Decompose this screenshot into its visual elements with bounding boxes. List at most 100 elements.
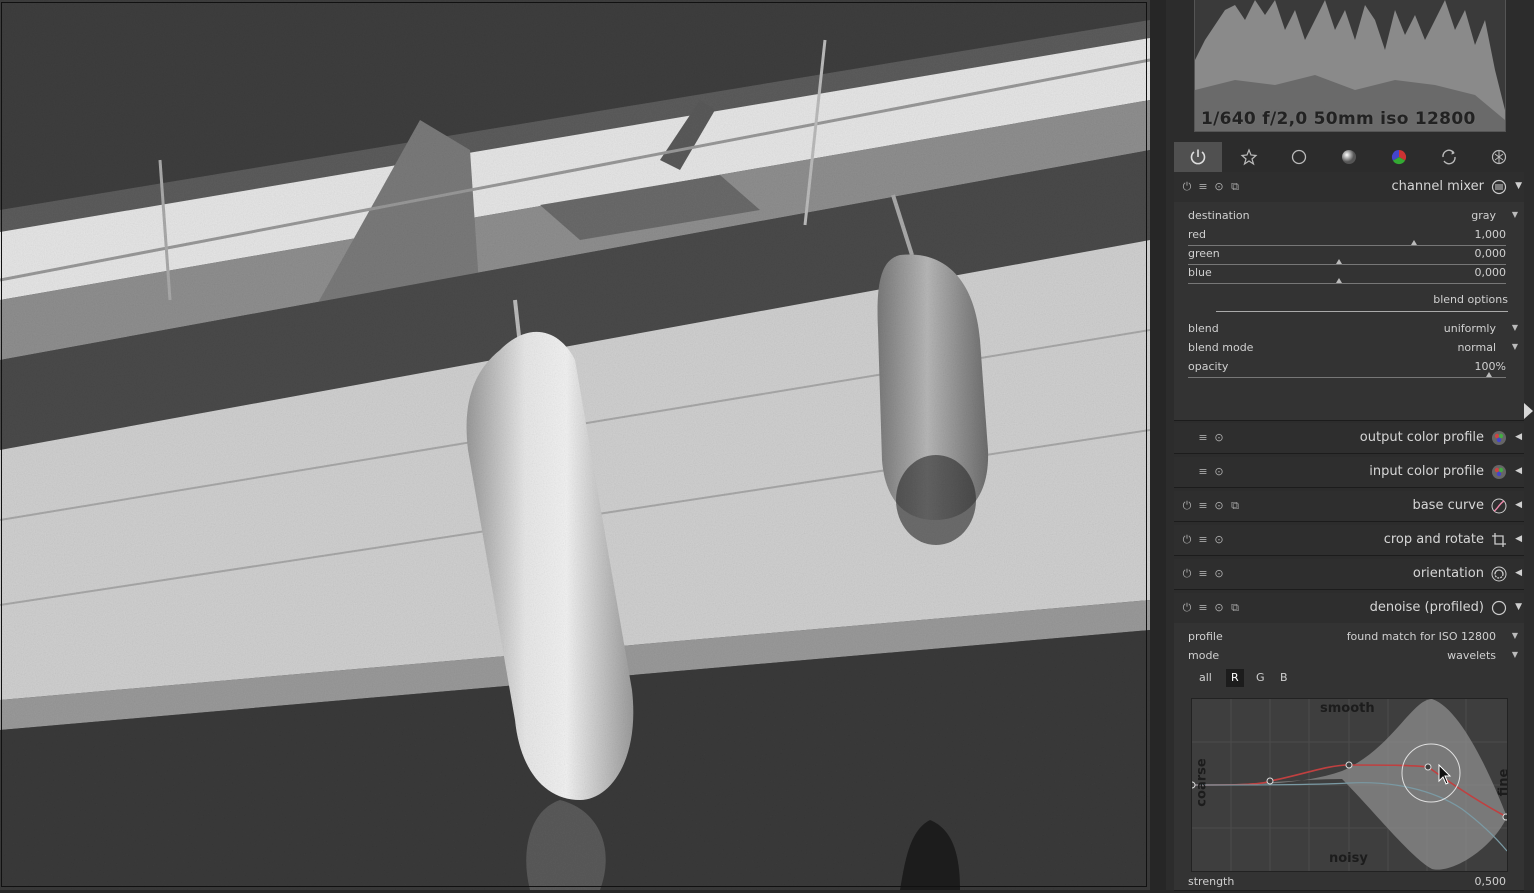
green-slider[interactable]: green 0,000: [1188, 247, 1506, 265]
reset-icon[interactable]: ⊙: [1212, 532, 1226, 548]
expand-arrow-icon[interactable]: ◀: [1515, 534, 1522, 544]
presets-icon[interactable]: ≡: [1196, 464, 1210, 480]
reset-icon[interactable]: ⊙: [1212, 179, 1226, 195]
color-profile-icon: [1492, 465, 1506, 479]
strength-slider[interactable]: strength 0,500: [1188, 875, 1506, 893]
collapse-arrow-icon[interactable]: ▼: [1515, 602, 1522, 612]
reset-icon[interactable]: ⊙: [1212, 566, 1226, 582]
mode-combobox[interactable]: mode wavelets ▼: [1188, 649, 1518, 667]
reset-icon[interactable]: ⊙: [1212, 498, 1226, 514]
tab-b[interactable]: B: [1275, 669, 1293, 687]
destination-combobox[interactable]: destination gray ▼: [1188, 209, 1518, 227]
wavelet-graph[interactable]: smooth noisy coarse fine: [1191, 698, 1508, 872]
module-name: denoise (profiled): [1369, 600, 1484, 615]
multi-instance-icon[interactable]: ⧉: [1228, 600, 1242, 616]
reset-icon[interactable]: ⊙: [1212, 464, 1226, 480]
module-name: channel mixer: [1391, 179, 1485, 194]
label-noisy: noisy: [1329, 851, 1368, 866]
curve-icon: [1491, 498, 1507, 514]
star-icon: [1240, 148, 1258, 166]
expand-arrow-icon[interactable]: ◀: [1515, 432, 1522, 442]
multi-instance-icon[interactable]: ⧉: [1228, 498, 1242, 514]
power-icon[interactable]: ⏻: [1180, 532, 1194, 548]
module-header-input-color-profile[interactable]: ≡ ⊙ input color profile ◀: [1174, 457, 1524, 488]
module-group-tabs: [1174, 142, 1524, 172]
module-header-denoise-profiled[interactable]: ⏻ ≡ ⊙ ⧉ denoise (profiled) ▼: [1174, 593, 1524, 624]
module-name: crop and rotate: [1383, 532, 1484, 547]
crop-icon: [1492, 533, 1506, 547]
power-icon[interactable]: ⏻: [1180, 498, 1194, 514]
blend-combobox[interactable]: blend uniformly ▼: [1188, 322, 1518, 340]
correct-icon: [1442, 149, 1456, 165]
rotate-icon: [1491, 566, 1507, 582]
presets-icon[interactable]: ≡: [1196, 498, 1210, 514]
presets-icon[interactable]: ≡: [1196, 532, 1210, 548]
blue-slider[interactable]: blue 0,000: [1188, 266, 1506, 284]
module-header-channel-mixer[interactable]: ⏻ ≡ ⊙ ⧉ channel mixer ▼: [1174, 172, 1524, 203]
power-icon[interactable]: ⏻: [1180, 179, 1194, 195]
reset-icon[interactable]: ⊙: [1212, 430, 1226, 446]
slider-marker-blue: [1336, 278, 1342, 283]
tab-g[interactable]: G: [1251, 669, 1270, 687]
blend-mode-combobox[interactable]: blend mode normal ▼: [1188, 341, 1518, 359]
expand-arrow-icon[interactable]: ◀: [1515, 500, 1522, 510]
power-icon[interactable]: ⏻: [1180, 566, 1194, 582]
power-icon: [1190, 149, 1206, 165]
module-header-base-curve[interactable]: ⏻ ≡ ⊙ ⧉ base curve ◀: [1174, 491, 1524, 522]
slider-marker-red: [1411, 240, 1417, 245]
profile-combobox[interactable]: profile found match for ISO 12800 ▼: [1188, 630, 1518, 648]
channel-mixer-body: destination gray ▼ red 1,000 green 0,000…: [1174, 202, 1524, 421]
group-tab-favorites[interactable]: [1225, 142, 1273, 172]
collapse-arrow-icon[interactable]: ▼: [1515, 181, 1522, 191]
group-tab-color[interactable]: [1375, 142, 1423, 172]
channel-mixer-icon: [1491, 179, 1507, 195]
slider-marker-opacity: [1486, 372, 1492, 377]
opacity-slider[interactable]: opacity 100%: [1188, 360, 1506, 378]
module-header-output-color-profile[interactable]: ≡ ⊙ output color profile ◀: [1174, 423, 1524, 454]
effect-icon: [1491, 149, 1507, 165]
tone-sphere-icon: [1342, 150, 1356, 164]
histogram[interactable]: 1/640 f/2,0 50mm iso 12800: [1194, 0, 1506, 132]
group-tab-tone[interactable]: [1325, 142, 1373, 172]
module-header-orientation[interactable]: ⏻ ≡ ⊙ orientation ◀: [1174, 559, 1524, 590]
dropdown-arrow-icon: ▼: [1511, 210, 1518, 219]
expand-arrow-icon[interactable]: ◀: [1515, 568, 1522, 578]
multi-instance-icon[interactable]: ⧉: [1228, 179, 1242, 195]
tab-r[interactable]: R: [1226, 669, 1244, 687]
presets-icon[interactable]: ≡: [1196, 179, 1210, 195]
color-profile-icon: [1492, 431, 1506, 445]
exif-info: 1/640 f/2,0 50mm iso 12800: [1201, 109, 1476, 129]
power-icon[interactable]: ⏻: [1180, 600, 1194, 616]
dropdown-arrow-icon: ▼: [1511, 342, 1518, 351]
mouse-cursor-icon: [1438, 764, 1452, 785]
dropdown-arrow-icon: ▼: [1511, 650, 1518, 659]
dropdown-arrow-icon: ▼: [1511, 631, 1518, 640]
image-canvas[interactable]: [0, 0, 1150, 890]
reset-icon[interactable]: ⊙: [1212, 600, 1226, 616]
panel-collapse-arrow-icon[interactable]: [1524, 403, 1533, 419]
tab-all[interactable]: all: [1194, 669, 1217, 687]
group-tab-basic[interactable]: [1275, 142, 1323, 172]
module-name: input color profile: [1369, 464, 1484, 479]
blend-options-section: blend options: [1216, 293, 1508, 312]
circle-icon: [1291, 149, 1307, 165]
group-tab-correct[interactable]: [1425, 142, 1473, 172]
module-header-crop-and-rotate[interactable]: ⏻ ≡ ⊙ crop and rotate ◀: [1174, 525, 1524, 556]
wavelet-curve-area: [1192, 699, 1507, 871]
module-name: output color profile: [1359, 430, 1484, 445]
module-name: base curve: [1412, 498, 1484, 513]
denoise-icon: [1491, 600, 1507, 616]
label-coarse: coarse: [1194, 758, 1210, 807]
presets-icon[interactable]: ≡: [1196, 566, 1210, 582]
module-name: orientation: [1412, 566, 1484, 581]
red-slider[interactable]: red 1,000: [1188, 228, 1506, 246]
group-tab-active-modules[interactable]: [1174, 142, 1222, 172]
label-smooth: smooth: [1320, 701, 1375, 716]
group-tab-effect[interactable]: [1475, 142, 1523, 172]
label-fine: fine: [1496, 768, 1508, 797]
presets-icon[interactable]: ≡: [1196, 600, 1210, 616]
expand-arrow-icon[interactable]: ◀: [1515, 466, 1522, 476]
dropdown-arrow-icon: ▼: [1511, 323, 1518, 332]
presets-icon[interactable]: ≡: [1196, 430, 1210, 446]
slider-marker-green: [1336, 259, 1342, 264]
